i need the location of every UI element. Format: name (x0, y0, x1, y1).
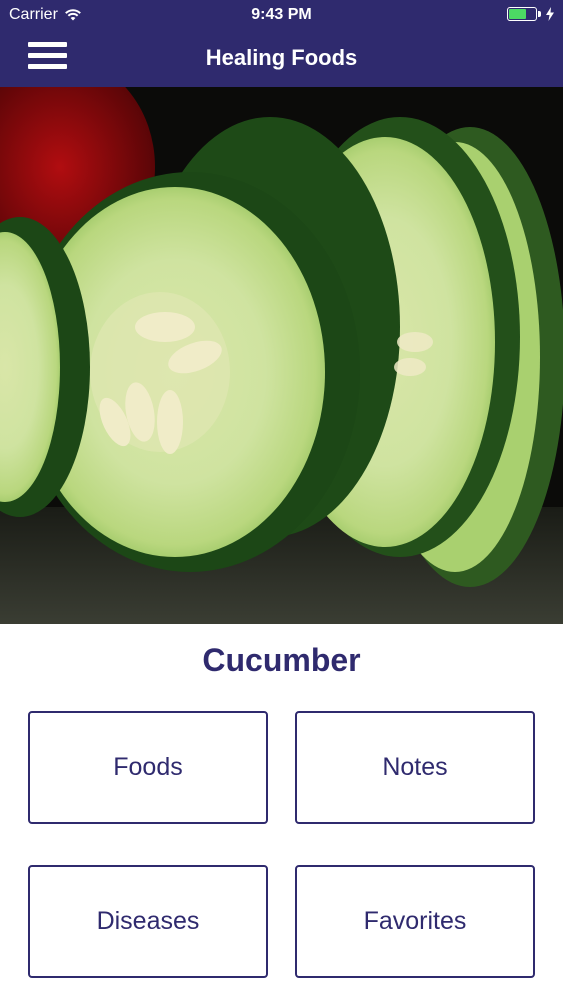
navigation-bar: Healing Foods (0, 30, 563, 87)
diseases-button[interactable]: Diseases (28, 865, 268, 978)
foods-button[interactable]: Foods (28, 711, 268, 824)
battery-group (507, 7, 555, 21)
status-bar: Carrier 9:43 PM (0, 0, 563, 30)
favorites-button[interactable]: Favorites (295, 865, 535, 978)
status-time: 9:43 PM (251, 6, 312, 23)
hero-image (0, 87, 563, 624)
charging-bolt-icon (546, 7, 554, 21)
food-name: Cucumber (202, 642, 361, 678)
notes-button[interactable]: Notes (295, 711, 535, 824)
top-bar: Carrier 9:43 PM Healing Foods (0, 0, 563, 87)
page-title: Healing Foods (205, 45, 358, 70)
cucumber-photo (0, 87, 563, 624)
battery-icon (507, 7, 541, 21)
battery-level (509, 9, 526, 19)
